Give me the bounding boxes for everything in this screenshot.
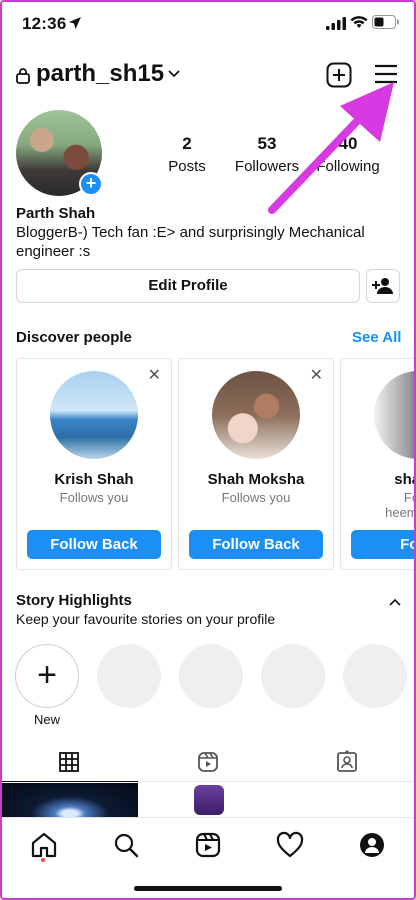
battery-icon [372, 15, 399, 29]
follow-back-button[interactable]: Follow Back [189, 530, 323, 559]
location-arrow-icon [69, 17, 81, 29]
suggestion-card[interactable]: shah k Follo heema_par Follo [340, 358, 416, 570]
profile-icon[interactable] [357, 830, 387, 860]
reels-icon [198, 752, 218, 772]
suggestion-reason: Follo [403, 490, 416, 505]
add-story-badge[interactable]: + [79, 172, 103, 196]
tab-posts-grid[interactable] [0, 744, 138, 782]
posts-stat[interactable]: 2 Posts [142, 134, 232, 175]
highlight-placeholder [179, 644, 243, 708]
suggestion-name[interactable]: shah k [341, 471, 416, 488]
bottom-navigation [0, 817, 416, 900]
story-highlights-title: Story Highlights [16, 592, 132, 609]
annotation-arrow-icon [268, 82, 394, 214]
profile-content-tabs [0, 744, 416, 782]
status-time: 12:36 [22, 14, 67, 33]
suggestion-name[interactable]: Shah Moksha [179, 471, 333, 488]
suggested-users-carousel[interactable]: ✕ Krish Shah Follows you Follow Back ✕ S… [16, 358, 416, 570]
reels-icon[interactable] [193, 830, 223, 860]
plus-icon: + [37, 656, 57, 694]
search-icon[interactable] [111, 830, 141, 860]
suggestion-name[interactable]: Krish Shah [17, 471, 171, 488]
suggestion-avatar[interactable] [374, 371, 416, 459]
notification-dot [41, 858, 45, 862]
follow-back-button[interactable]: Follo [351, 530, 416, 559]
tab-reels[interactable] [139, 744, 277, 782]
tab-tagged[interactable] [278, 744, 416, 782]
status-bar: 12:36 [0, 0, 416, 50]
team-logo-image [194, 785, 224, 815]
cellular-signal-icon [326, 17, 346, 30]
highlight-placeholder [343, 644, 407, 708]
chevron-up-icon[interactable] [389, 598, 401, 606]
see-all-link[interactable]: See All [352, 329, 401, 346]
posts-count: 2 [182, 134, 192, 153]
post-thumbnail[interactable] [2, 783, 138, 817]
grid-icon [59, 752, 79, 772]
profile-bio: BloggerB-) Tech fan :E> and surprisingly… [16, 224, 365, 260]
dismiss-icon[interactable]: ✕ [310, 365, 323, 385]
suggestion-mutual: heema_par [385, 505, 416, 520]
lock-icon [16, 68, 30, 84]
edit-profile-button[interactable]: Edit Profile [16, 269, 360, 303]
chevron-down-icon[interactable] [168, 70, 180, 78]
wifi-icon [350, 16, 368, 28]
new-highlight-label: New [33, 712, 60, 727]
add-user-icon [372, 278, 393, 294]
discover-people-title: Discover people [16, 329, 132, 346]
highlight-placeholder [97, 644, 161, 708]
follow-back-button[interactable]: Follow Back [27, 530, 161, 559]
suggestion-avatar[interactable] [50, 371, 138, 459]
suggestion-reason: Follows you [221, 490, 291, 505]
suggestion-card[interactable]: ✕ Krish Shah Follows you Follow Back [16, 358, 172, 570]
home-icon[interactable] [29, 830, 59, 860]
suggestion-reason: Follows you [59, 490, 129, 505]
tagged-icon [337, 750, 357, 772]
suggestion-card[interactable]: ✕ Shah Moksha Follows you Follow Back [178, 358, 334, 570]
heart-icon[interactable] [275, 830, 305, 860]
story-highlights-subtitle: Keep your favourite stories on your prof… [16, 611, 276, 627]
profile-full-name: Parth Shah [16, 205, 96, 222]
post-thumbnail[interactable] [140, 783, 276, 817]
highlight-placeholder [261, 644, 325, 708]
discover-people-button[interactable] [366, 269, 400, 303]
profile-username[interactable]: parth_sh15 [36, 60, 164, 88]
home-indicator[interactable] [134, 886, 282, 891]
posts-label: Posts [168, 158, 206, 175]
suggestion-avatar[interactable] [212, 371, 300, 459]
dismiss-icon[interactable]: ✕ [148, 365, 161, 385]
